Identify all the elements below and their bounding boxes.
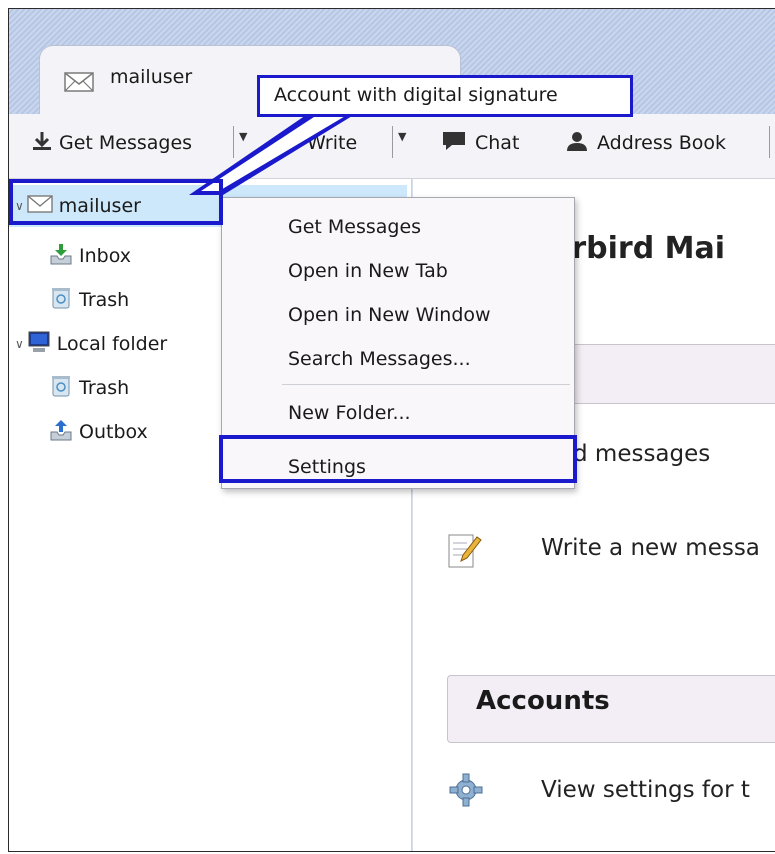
thunderbird-window: mailuser Get Messages ▼ Write ▼ Chat Add…: [8, 8, 775, 852]
annotation-callout: Account with digital signature: [257, 75, 633, 117]
settings-highlight-box: [219, 435, 577, 483]
account-highlight-box: [9, 179, 223, 225]
callout-pointer: [189, 113, 357, 195]
callout-text: Account with digital signature: [274, 84, 558, 106]
